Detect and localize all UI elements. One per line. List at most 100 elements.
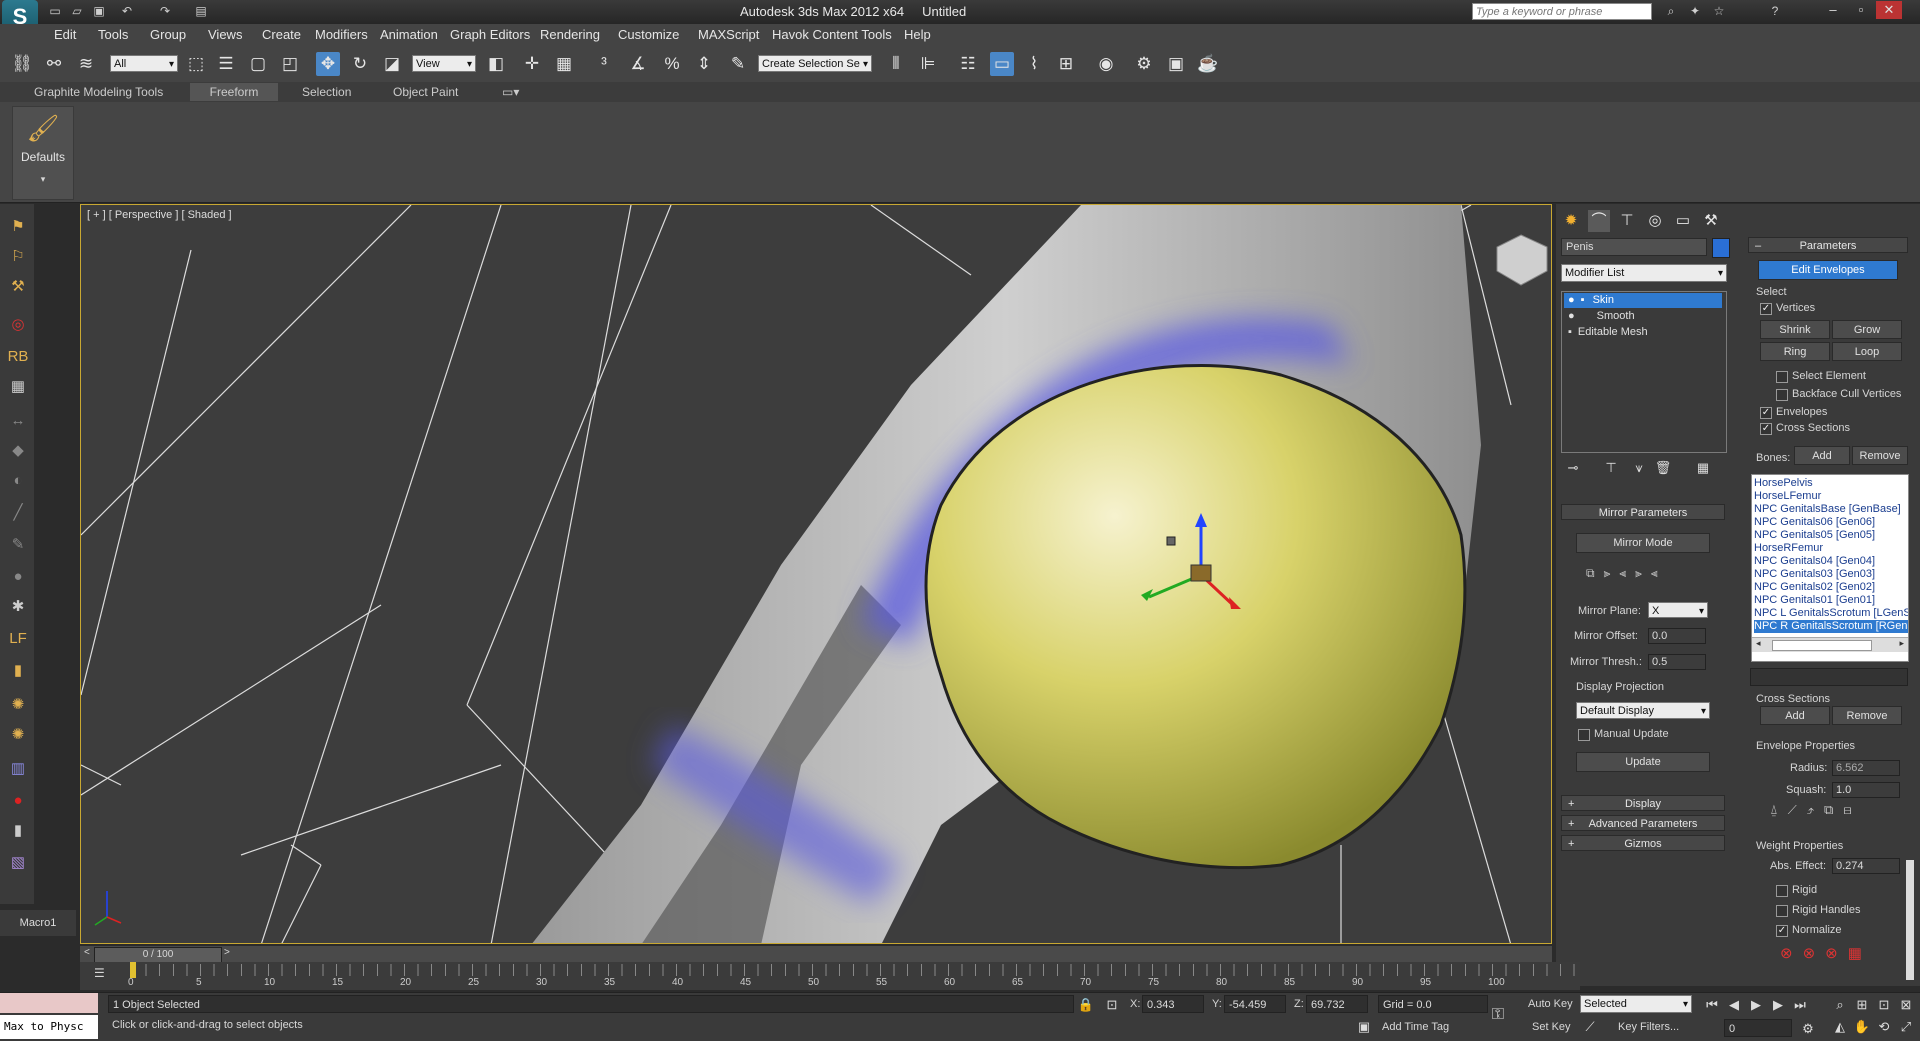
utilities-tab-icon[interactable]: ⚒ (1700, 210, 1722, 232)
zoom-icon[interactable]: ⌕ (1830, 995, 1850, 1015)
scale-icon[interactable]: ◪ (380, 52, 404, 76)
tool-icon-17[interactable]: ✺ (7, 724, 29, 746)
weight-tool-icons[interactable]: ⊗⊗⊗▦ (1780, 944, 1890, 964)
ring-button[interactable]: Ring (1760, 342, 1830, 361)
display-projection-dropdown[interactable]: Default Display (1576, 702, 1710, 720)
object-color-swatch[interactable] (1712, 238, 1730, 258)
show-end-result-icon[interactable]: ⊤ (1601, 458, 1621, 478)
menu-maxscript[interactable]: MAXScript (698, 27, 759, 42)
tool-icon-7[interactable]: ↔ (7, 410, 29, 432)
advanced-parameters-header[interactable]: + Advanced Parameters (1561, 815, 1725, 831)
tool-icon-11[interactable]: ✎ (7, 534, 29, 556)
percent-snap-icon[interactable]: % (660, 52, 684, 76)
tool-icon-12[interactable]: ● (7, 566, 29, 588)
parameters-header[interactable]: – Parameters (1748, 237, 1908, 253)
radius-spinner[interactable]: 6.562 (1832, 760, 1900, 776)
add-cross-section-button[interactable]: Add (1760, 706, 1830, 725)
list-item[interactable]: HorsePelvis (1754, 477, 1908, 490)
schematic-view-icon[interactable]: ⊞ (1054, 52, 1078, 76)
graphite-toggle-icon[interactable]: ▭ (990, 52, 1014, 76)
tool-icon-9[interactable]: ◐ (7, 470, 29, 492)
remove-modifier-icon[interactable]: 🗑 (1653, 458, 1673, 478)
select-object-icon[interactable]: ⬚ (184, 52, 208, 76)
communication-center-icon[interactable]: ✦ (1686, 3, 1704, 19)
spinner-snap-icon[interactable]: ⇕ (692, 52, 716, 76)
undo-icon[interactable]: ↶ (118, 3, 136, 19)
time-configuration-icon[interactable]: ⚙ (1798, 1019, 1818, 1039)
menu-tools[interactable]: Tools (98, 27, 128, 42)
redo-icon[interactable]: ↷ (156, 3, 174, 19)
menu-animation[interactable]: Animation (380, 27, 438, 42)
tool-icon-8[interactable]: ◆ (7, 440, 29, 462)
y-coordinate-field[interactable]: -54.459 (1224, 995, 1286, 1013)
previous-frame-icon[interactable]: ◀ (1724, 995, 1744, 1015)
tab-selection[interactable]: Selection (302, 85, 351, 99)
tool-icon-15[interactable]: ▮ (7, 660, 29, 682)
tool-icon-16[interactable]: ✺ (7, 694, 29, 716)
ribbon-options-icon[interactable]: ▭▾ (502, 85, 519, 99)
pivot-center-icon[interactable]: ◧ (484, 52, 508, 76)
mirror-icon[interactable]: ⫴ (884, 52, 908, 76)
tool-icon-6[interactable]: ▦ (7, 376, 29, 398)
manual-update-checkbox[interactable] (1578, 729, 1590, 741)
menu-graph-editors[interactable]: Graph Editors (450, 27, 530, 42)
abs-effect-spinner[interactable]: 0.274 (1832, 858, 1900, 874)
reference-coordinate-dropdown[interactable]: View (412, 55, 476, 73)
list-item[interactable]: NPC Genitals02 [Gen02] (1754, 581, 1908, 594)
window-crossing-icon[interactable]: ◰ (278, 52, 302, 76)
tool-icon-21[interactable]: ▧ (7, 852, 29, 874)
snaps-toggle-icon[interactable]: ³ (592, 52, 616, 76)
key-mode-dropdown[interactable]: Selected (1580, 995, 1692, 1013)
tab-graphite-modeling-tools[interactable]: Graphite Modeling Tools (34, 85, 163, 99)
selection-filter-dropdown[interactable]: All (110, 55, 178, 73)
prev-frame-icon[interactable]: < (84, 947, 90, 958)
menu-views[interactable]: Views (208, 27, 242, 42)
binoculars-icon[interactable]: ⌕ (1662, 3, 1680, 19)
menu-help[interactable]: Help (904, 27, 931, 42)
viewport-label[interactable]: [ + ] [ Perspective ] [ Shaded ] (87, 209, 232, 221)
cross-sections-checkbox[interactable]: ✓ (1760, 423, 1772, 435)
display-tab-icon[interactable]: ▭ (1672, 210, 1694, 232)
add-time-tag-button[interactable]: Add Time Tag (1382, 1021, 1449, 1033)
link-icon[interactable]: ⛓ (10, 52, 34, 76)
edit-named-selection-icon[interactable]: ✎ (726, 52, 750, 76)
x-coordinate-field[interactable]: 0.343 (1142, 995, 1204, 1013)
select-by-name-icon[interactable]: ☰ (214, 52, 238, 76)
mirror-parameters-header[interactable]: Mirror Parameters (1561, 504, 1725, 520)
rb-icon[interactable]: RB (7, 346, 29, 368)
edit-envelopes-button[interactable]: Edit Envelopes (1758, 260, 1898, 280)
vertices-checkbox[interactable]: ✓ (1760, 303, 1772, 315)
render-teapot-icon[interactable]: ☕ (1196, 52, 1220, 76)
list-item[interactable]: NPC Genitals03 [Gen03] (1754, 568, 1908, 581)
modifier-list-dropdown[interactable]: Modifier List (1561, 264, 1727, 282)
material-editor-icon[interactable]: ◉ (1094, 52, 1118, 76)
envelopes-checkbox[interactable]: ✓ (1760, 407, 1772, 419)
render-setup-icon[interactable]: ⚙ (1132, 52, 1156, 76)
modify-tab-icon[interactable]: ⌒ (1588, 210, 1610, 232)
rigid-handles-checkbox[interactable] (1776, 905, 1788, 917)
unlink-icon[interactable]: ⚯ (42, 52, 66, 76)
project-folder-icon[interactable]: ▤ (192, 3, 210, 19)
z-coordinate-field[interactable]: 69.732 (1306, 995, 1368, 1013)
envelope-tool-icons[interactable]: ⍙⟋⤴⧉⊟ (1770, 802, 1900, 820)
menu-havok[interactable]: Havok Content Tools (772, 27, 892, 42)
maximize-button[interactable]: ▫ (1848, 1, 1874, 19)
list-item-selected[interactable]: NPC R GenitalsScrotum [RGenSc (1754, 620, 1908, 633)
remove-bone-button[interactable]: Remove (1852, 446, 1908, 465)
help-icon[interactable]: ? (1766, 3, 1784, 19)
current-frame-field[interactable]: 0 (1724, 1019, 1792, 1037)
list-item[interactable]: NPC Genitals06 [Gen06] (1754, 516, 1908, 529)
add-bone-button[interactable]: Add (1794, 446, 1850, 465)
tool-icon-4[interactable]: ◎ (7, 314, 29, 336)
gizmos-header[interactable]: + Gizmos (1561, 835, 1725, 851)
mirror-paste-icons[interactable]: ⧉⫸⫷⫸⫷ (1586, 566, 1706, 582)
stack-item-smooth[interactable]: ● Smooth (1564, 309, 1722, 324)
panel-scrollbar[interactable] (1906, 860, 1914, 980)
key-filters-button[interactable]: Key Filters... (1618, 1021, 1679, 1033)
tool-icon-2[interactable]: ⚐ (7, 246, 29, 268)
motion-tab-icon[interactable]: ◎ (1644, 210, 1666, 232)
set-key-mode-icon[interactable]: ⟋ (1580, 1017, 1600, 1037)
bones-list[interactable]: HorsePelvis HorseLFemur NPC GenitalsBase… (1751, 474, 1909, 662)
update-button[interactable]: Update (1576, 752, 1710, 772)
tool-icon-3[interactable]: ⚒ (7, 276, 29, 298)
